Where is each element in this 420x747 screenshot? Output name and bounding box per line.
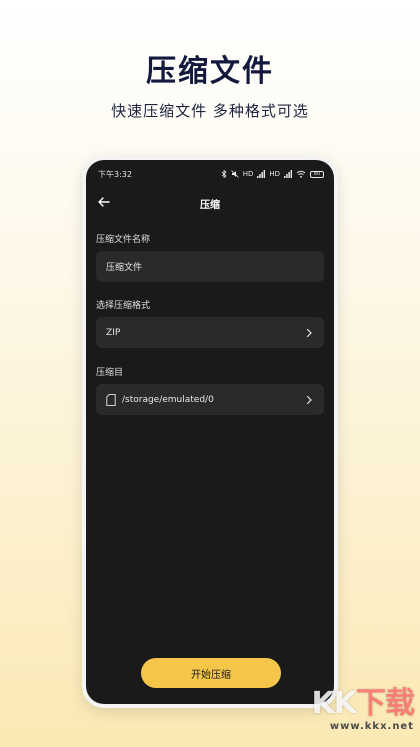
sd-card-icon (106, 393, 116, 406)
signal-icon-2 (284, 170, 292, 178)
format-select-value: ZIP (106, 327, 121, 338)
battery-icon: 80 (310, 170, 324, 178)
app-header: 压缩 (86, 190, 334, 216)
name-input-value: 压缩文件 (106, 263, 143, 273)
directory-select[interactable]: /storage/emulated/0 (96, 384, 324, 415)
back-arrow-icon[interactable] (96, 194, 112, 210)
name-label: 压缩文件名称 (96, 235, 151, 245)
format-select[interactable]: ZIP (96, 317, 324, 348)
page-title: 压缩 (200, 199, 220, 211)
name-input[interactable]: 压缩文件 (96, 251, 324, 282)
promo-title: 压缩文件 (146, 54, 274, 89)
status-bar: 下午3:32 HD HD 80 (98, 168, 324, 180)
signal-label-2: HD (269, 170, 280, 178)
signal-icon-1 (257, 170, 266, 178)
start-compress-button[interactable]: 开始压缩 (141, 658, 281, 688)
bluetooth-icon (221, 170, 227, 178)
chevron-right-icon (306, 328, 312, 337)
chevron-right-icon (306, 395, 312, 404)
signal-label-1: HD (242, 170, 254, 178)
directory-select-value: /storage/emulated/0 (122, 394, 214, 405)
status-icons: HD HD 80 (221, 170, 324, 178)
watermark-url: www.kkx.net (329, 721, 414, 732)
watermark-logo: KK下载 (311, 686, 416, 721)
directory-label: 压缩目 (96, 368, 124, 378)
status-time: 下午3:32 (98, 169, 132, 179)
site-watermark: KK下载 www.kkx.net (294, 686, 416, 743)
format-label: 选择压缩格式 (96, 301, 151, 311)
app-screen: 下午3:32 HD HD 80 压缩 压缩文件名称 压缩文件 选择压缩格式 ZI… (86, 160, 334, 704)
mute-icon (230, 170, 239, 178)
wifi-icon (296, 170, 306, 178)
phone-frame: 下午3:32 HD HD 80 压缩 压缩文件名称 压缩文件 选择压缩格式 ZI… (82, 156, 338, 708)
promo-subtitle: 快速压缩文件 多种格式可选 (111, 102, 309, 120)
